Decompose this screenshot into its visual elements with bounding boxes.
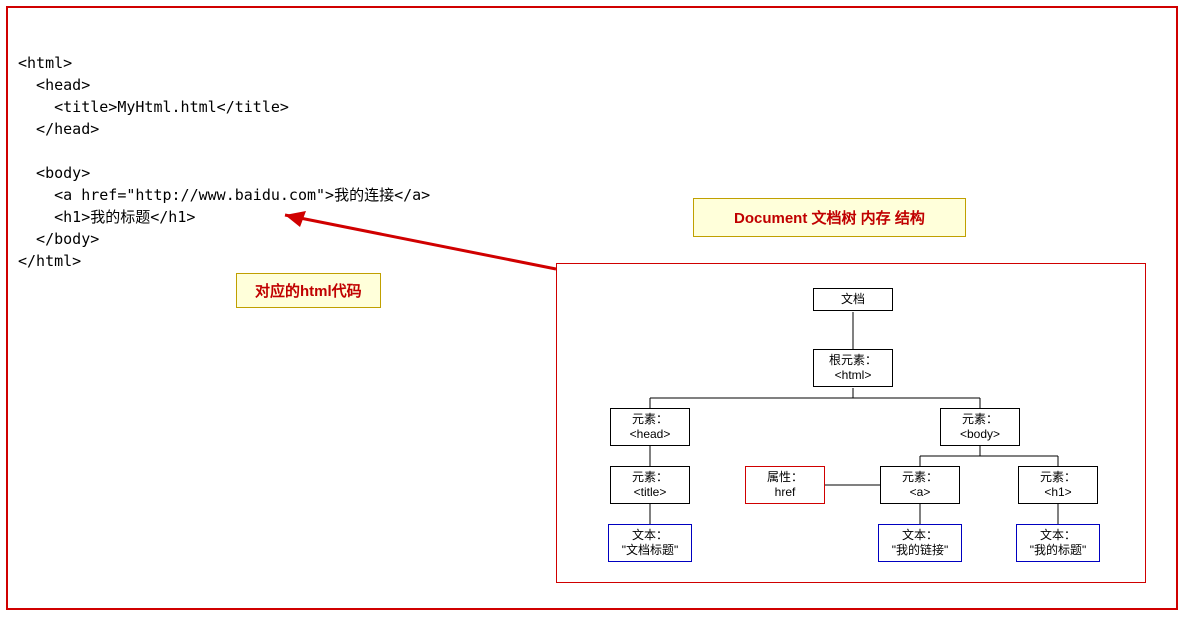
code-line: <body> xyxy=(18,164,90,182)
node-line1: 元素： xyxy=(962,412,998,426)
node-line1: 元素： xyxy=(1040,470,1076,484)
code-line: </body> xyxy=(18,230,99,248)
code-line: </html> xyxy=(18,252,81,270)
node-line2: "我的链接" xyxy=(892,543,949,557)
code-line: <html> xyxy=(18,54,72,72)
code-line: <h1>我的标题</h1> xyxy=(18,208,195,226)
code-line: <head> xyxy=(18,76,90,94)
node-text: 文档 xyxy=(841,292,865,306)
node-line1: 文本： xyxy=(632,528,668,542)
tree-node-text-title: 文本： "文档标题" xyxy=(608,524,692,562)
code-line: </head> xyxy=(18,120,99,138)
tree-node-text-h1: 文本： "我的标题" xyxy=(1016,524,1100,562)
tree-node-title: 元素： <title> xyxy=(610,466,690,504)
node-line2: <head> xyxy=(630,427,671,441)
tree-node-document: 文档 xyxy=(813,288,893,311)
node-line1: 文本： xyxy=(1040,528,1076,542)
node-line2: <title> xyxy=(634,485,667,499)
node-line2: <h1> xyxy=(1044,485,1071,499)
node-line1: 属性： xyxy=(767,470,803,484)
tree-node-html: 根元素： <html> xyxy=(813,349,893,387)
node-line1: 根元素： xyxy=(829,353,877,367)
tree-node-head: 元素： <head> xyxy=(610,408,690,446)
node-line1: 文本： xyxy=(902,528,938,542)
node-line2: "文档标题" xyxy=(622,543,679,557)
node-line2: "我的标题" xyxy=(1030,543,1087,557)
html-code-sample: <html> <head> <title>MyHtml.html</title>… xyxy=(18,30,430,272)
node-line2: <a> xyxy=(910,485,931,499)
tree-node-attr-href: 属性： href xyxy=(745,466,825,504)
callout-code-label: 对应的html代码 xyxy=(236,273,381,308)
tree-node-h1: 元素： <h1> xyxy=(1018,466,1098,504)
node-line2: <html> xyxy=(835,368,872,382)
node-line1: 元素： xyxy=(632,470,668,484)
code-line: <title>MyHtml.html</title> xyxy=(18,98,289,116)
tree-node-text-a: 文本： "我的链接" xyxy=(878,524,962,562)
node-line2: href xyxy=(775,485,796,499)
tree-node-body: 元素： <body> xyxy=(940,408,1020,446)
node-line1: 元素： xyxy=(632,412,668,426)
tree-node-a: 元素： <a> xyxy=(880,466,960,504)
code-line: <a href="http://www.baidu.com">我的连接</a> xyxy=(18,186,430,204)
node-line1: 元素： xyxy=(902,470,938,484)
callout-tree-label: Document 文档树 内存 结构 xyxy=(693,198,966,237)
node-line2: <body> xyxy=(960,427,1000,441)
